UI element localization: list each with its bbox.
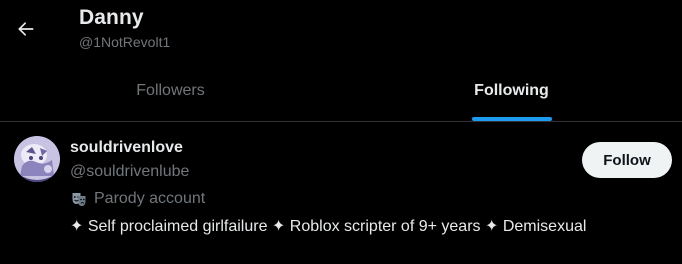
user-avatar[interactable] bbox=[14, 136, 60, 182]
parody-label: Parody account bbox=[94, 190, 206, 207]
page-header: Danny @1NotRevolt1 bbox=[0, 0, 682, 62]
avatar-image bbox=[14, 136, 60, 182]
tab-following-label: Following bbox=[474, 81, 549, 99]
profile-name: Danny bbox=[79, 6, 144, 29]
user-display-name[interactable]: souldrivenlove bbox=[70, 138, 570, 158]
user-bio: ✦ Self proclaimed girlfailure ✦ Roblox s… bbox=[70, 218, 587, 235]
tab-following[interactable]: Following bbox=[341, 62, 682, 121]
back-button[interactable] bbox=[6, 9, 46, 49]
theater-masks-icon bbox=[70, 190, 88, 208]
follow-button[interactable]: Follow bbox=[582, 142, 672, 178]
parody-badge: Parody account bbox=[70, 189, 570, 209]
profile-handle: @1NotRevolt1 bbox=[79, 34, 171, 50]
user-handle[interactable]: @souldrivenlube bbox=[70, 162, 570, 182]
tab-followers-label: Followers bbox=[136, 81, 205, 99]
tab-bar: Followers Following bbox=[0, 62, 682, 121]
tab-followers[interactable]: Followers bbox=[0, 62, 341, 121]
user-info: souldrivenlove @souldrivenlube Parody ac… bbox=[70, 138, 587, 237]
arrow-left-icon bbox=[18, 22, 34, 36]
user-cell[interactable]: souldrivenlove @souldrivenlube Parody ac… bbox=[0, 122, 682, 264]
profile-title-block: Danny @1NotRevolt1 bbox=[79, 5, 170, 51]
